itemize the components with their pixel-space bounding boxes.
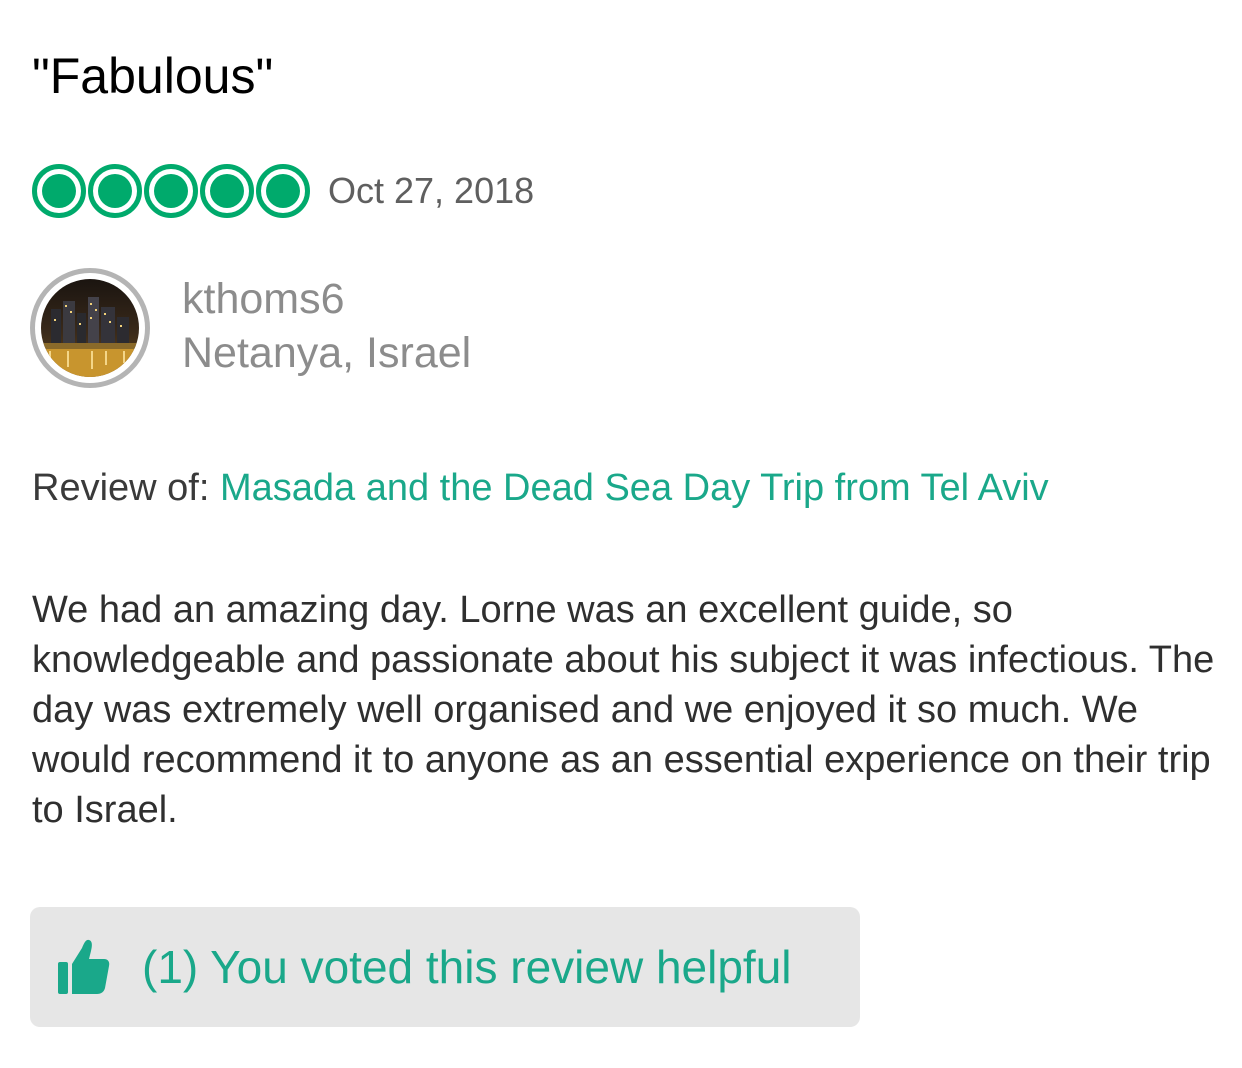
reviewer-username[interactable]: kthoms6 xyxy=(182,272,471,326)
review-body: We had an amazing day. Lorne was an exce… xyxy=(32,589,1215,831)
helpful-label: (1) You voted this review helpful xyxy=(142,941,792,993)
review-date: Oct 27, 2018 xyxy=(328,170,535,211)
helpful-vote-button[interactable]: (1) You voted this review helpful xyxy=(30,907,860,1027)
review-of: Review of: Masada and the Dead Sea Day T… xyxy=(32,462,1049,514)
rating-bubble-filled xyxy=(200,164,254,218)
rating-row: Oct 27, 2018 xyxy=(32,162,534,220)
thumbs-up-icon xyxy=(56,936,112,998)
rating-bubble-filled xyxy=(88,164,142,218)
avatar[interactable] xyxy=(30,268,150,388)
review-of-label: Review of: xyxy=(32,467,210,509)
rating-bubble-filled xyxy=(32,164,86,218)
rating-bubbles xyxy=(32,164,310,218)
attraction-link[interactable]: Masada and the Dead Sea Day Trip from Te… xyxy=(220,467,1049,509)
review-title: "Fabulous" xyxy=(32,48,274,104)
avatar-photo xyxy=(41,279,139,377)
reviewer-location: Netanya, Israel xyxy=(182,329,472,377)
rating-bubble-filled xyxy=(256,164,310,218)
reviewer-block[interactable]: kthoms6 Netanya, Israel xyxy=(30,268,471,388)
rating-bubble-filled xyxy=(144,164,198,218)
reviewer-info: kthoms6 Netanya, Israel xyxy=(182,272,471,380)
